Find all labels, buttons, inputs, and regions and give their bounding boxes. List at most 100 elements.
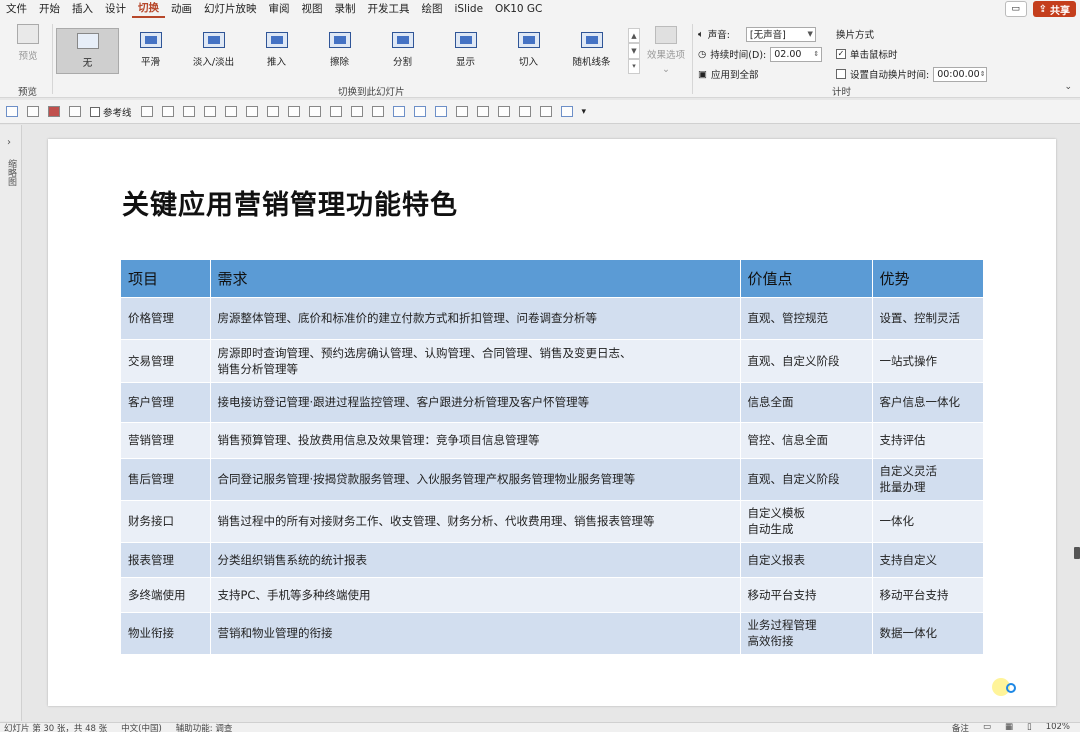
on-click-checkbox[interactable]: ✓ bbox=[836, 49, 846, 59]
pen-icon[interactable] bbox=[518, 106, 531, 117]
transition-morph[interactable]: 平滑 bbox=[119, 28, 182, 74]
transition-cut[interactable]: 切入 bbox=[497, 28, 560, 74]
table-header-cell: 价值点 bbox=[740, 260, 873, 297]
sound-select[interactable]: [无声音] ▼ bbox=[745, 26, 816, 42]
table-cell: 房源整体管理、底价和标准价的建立付款方式和折扣管理、问卷调查分析等 bbox=[210, 296, 741, 339]
apply-all-button[interactable]: 应用到全部 bbox=[711, 67, 759, 81]
transition-split[interactable]: 分割 bbox=[371, 28, 434, 74]
align-icon[interactable] bbox=[224, 106, 237, 117]
color-icon[interactable] bbox=[48, 106, 60, 117]
table-row: 物业衔接 营销和物业管理的衔接 业务过程管理 高效衔接 数据一体化 bbox=[121, 611, 984, 654]
tab-record[interactable]: 录制 bbox=[329, 0, 362, 18]
tab-ok10[interactable]: OK10 GC bbox=[489, 0, 548, 18]
expand-pane-icon[interactable]: › bbox=[7, 137, 11, 148]
table-cell: 信息全面 bbox=[740, 381, 873, 422]
distribute-icon[interactable] bbox=[329, 106, 342, 117]
gallery-scroll[interactable]: ▲ ▼ ▾ bbox=[628, 28, 640, 74]
stepper-icon[interactable]: ⇕ bbox=[980, 70, 988, 78]
distribute-icon[interactable] bbox=[266, 106, 279, 117]
distribute-icon[interactable] bbox=[287, 106, 300, 117]
transition-wipe[interactable]: 擦除 bbox=[308, 28, 371, 74]
text-icon[interactable] bbox=[413, 106, 426, 117]
transition-random-bars[interactable]: 随机线条 bbox=[560, 28, 623, 74]
guides-checkbox[interactable] bbox=[90, 106, 100, 117]
tab-animations[interactable]: 动画 bbox=[165, 0, 198, 18]
notes-button[interactable]: 备注 bbox=[952, 723, 969, 732]
collapse-ribbon-icon[interactable]: ⌄ bbox=[1064, 82, 1072, 92]
transition-label: 切入 bbox=[518, 57, 538, 68]
tab-review[interactable]: 审阅 bbox=[263, 0, 296, 18]
distribute-icon[interactable] bbox=[308, 106, 321, 117]
box-icon[interactable] bbox=[69, 106, 81, 117]
slide-title[interactable]: 关键应用营销管理功能特色 bbox=[122, 183, 458, 222]
feature-table[interactable]: 项目 需求 价值点 优势 价格管理 房源整体管理、底价和标准价的建立付款方式和折… bbox=[121, 260, 984, 654]
transition-split-icon bbox=[391, 32, 414, 48]
gallery-up-icon[interactable]: ▲ bbox=[628, 28, 640, 44]
guides-toggle[interactable]: 参考线 bbox=[90, 105, 132, 119]
language-status[interactable]: 中文(中国) bbox=[121, 723, 162, 732]
zoom-level[interactable]: 102% bbox=[1046, 723, 1070, 732]
on-click-label: 单击鼠标时 bbox=[850, 50, 898, 61]
after-time-stepper[interactable]: 00:00.00 ⇕ bbox=[933, 66, 988, 82]
distribute-icon[interactable] bbox=[350, 106, 363, 117]
ribbon-tabs: 文件 开始 插入 设计 切换 动画 幻灯片放映 审阅 视图 录制 开发工具 绘图… bbox=[0, 0, 1080, 18]
effect-options-button[interactable]: 效果选项 ⌄ bbox=[644, 26, 688, 76]
align-icon[interactable] bbox=[161, 106, 174, 117]
reading-view-icon[interactable]: ▯ bbox=[1027, 723, 1032, 732]
effects-icon[interactable] bbox=[497, 106, 510, 117]
tab-draw[interactable]: 绘图 bbox=[416, 0, 449, 18]
fill-icon[interactable] bbox=[434, 106, 447, 117]
tab-home[interactable]: 开始 bbox=[33, 0, 66, 18]
duration-stepper[interactable]: 02.00 ⇕ bbox=[770, 46, 823, 62]
comments-button[interactable]: ▭ bbox=[1004, 1, 1027, 17]
outline-icon[interactable] bbox=[455, 106, 468, 117]
stepper-icon[interactable]: ⇕ bbox=[813, 50, 821, 58]
tab-slideshow[interactable]: 幻灯片放映 bbox=[198, 0, 263, 18]
gallery-more-icon[interactable]: ▾ bbox=[628, 58, 640, 74]
align-icon[interactable] bbox=[182, 106, 195, 117]
gallery-down-icon[interactable]: ▼ bbox=[628, 43, 640, 59]
after-time-checkbox[interactable] bbox=[836, 69, 846, 79]
sorter-view-icon[interactable]: ▦ bbox=[1005, 723, 1013, 732]
tab-islide[interactable]: iSlide bbox=[449, 0, 490, 18]
transition-label: 显示 bbox=[455, 57, 475, 68]
effect-options-icon bbox=[655, 26, 677, 44]
picture-icon[interactable] bbox=[392, 106, 405, 117]
sound-label: 声音: bbox=[707, 30, 730, 41]
format-icon[interactable] bbox=[476, 106, 489, 117]
tab-file[interactable]: 文件 bbox=[0, 0, 33, 18]
table-row: 多终端使用 支持PC、手机等多种终端使用 移动平台支持 移动平台支持 bbox=[121, 576, 984, 612]
target-icon[interactable] bbox=[560, 106, 573, 117]
slide-canvas[interactable]: 关键应用营销管理功能特色 项目 需求 价值点 优势 价格管理 房源整体管理、底价… bbox=[48, 139, 1056, 706]
transition-none[interactable]: 无 bbox=[56, 28, 119, 74]
tab-insert[interactable]: 插入 bbox=[66, 0, 99, 18]
table-header-cell: 优势 bbox=[872, 260, 984, 297]
group-icon[interactable] bbox=[371, 106, 384, 117]
preview-button[interactable]: 预览 bbox=[8, 24, 48, 68]
tab-view[interactable]: 视图 bbox=[296, 0, 329, 18]
sound-value: [无声音] bbox=[749, 30, 786, 41]
share-button[interactable]: ⇪ 共享 bbox=[1032, 1, 1076, 17]
crop-icon[interactable] bbox=[539, 106, 552, 117]
accessibility-status[interactable]: 辅助功能: 调查 bbox=[176, 723, 233, 732]
shape-icon[interactable] bbox=[27, 106, 39, 117]
align-icon[interactable] bbox=[245, 106, 258, 117]
align-icon[interactable] bbox=[140, 106, 153, 117]
transition-fade[interactable]: 淡入/淡出 bbox=[182, 28, 245, 74]
tab-transitions[interactable]: 切换 bbox=[132, 0, 165, 18]
transition-reveal[interactable]: 显示 bbox=[434, 28, 497, 74]
transition-cut-icon bbox=[517, 32, 540, 48]
transition-push[interactable]: 推入 bbox=[245, 28, 308, 74]
table-cell: 报表管理 bbox=[121, 541, 211, 577]
align-icon[interactable] bbox=[203, 106, 216, 117]
normal-view-icon[interactable]: ▭ bbox=[983, 723, 991, 732]
tab-design[interactable]: 设计 bbox=[99, 0, 132, 18]
vertical-scrollbar-thumb[interactable] bbox=[1074, 547, 1080, 559]
transition-reveal-icon bbox=[454, 32, 477, 48]
table-cell: 多终端使用 bbox=[121, 576, 211, 612]
more-icon[interactable]: ▾ bbox=[582, 107, 587, 117]
slide-icon[interactable] bbox=[6, 106, 18, 117]
tab-developer[interactable]: 开发工具 bbox=[362, 0, 416, 18]
thumbnail-pane: › 缩略图 bbox=[0, 125, 22, 721]
ribbon: 预览 预览 无 平滑 淡入/淡出 推入 擦除 分割 显示 切入 随机线条 ▲ ▼… bbox=[0, 18, 1080, 98]
